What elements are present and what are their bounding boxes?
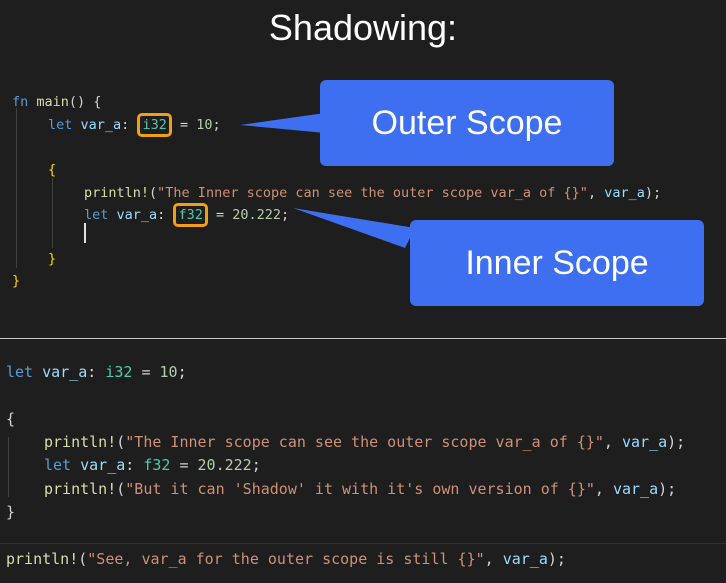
inner-callout-pointer bbox=[293, 208, 415, 248]
type-highlight-i32: i32 bbox=[137, 113, 172, 137]
text-cursor bbox=[84, 223, 86, 243]
code-line: } bbox=[12, 273, 21, 289]
top-code-editor[interactable]: fn main() { let var_a: i32 = 10; { print… bbox=[12, 91, 661, 289]
code-line: let var_a: f32 = 20.222; bbox=[44, 456, 261, 474]
code-line: { bbox=[6, 410, 16, 428]
code-line: } bbox=[6, 503, 16, 521]
divider bbox=[0, 543, 726, 544]
code-line: { bbox=[48, 162, 57, 178]
slide-title: Shadowing: bbox=[268, 7, 458, 48]
top-code-panel: fn main() { let var_a: i32 = 10; { print… bbox=[0, 78, 726, 336]
code-line: let var_a: i32 = 10; bbox=[48, 113, 221, 137]
indent-guide bbox=[52, 178, 53, 248]
code-line: println!("See, var_a for the outer scope… bbox=[6, 550, 566, 568]
code-line: let var_a: f32 = 20.222; bbox=[84, 203, 289, 227]
code-line: fn main() { bbox=[12, 94, 102, 110]
code-line: println!("But it can 'Shadow' it with it… bbox=[44, 480, 677, 498]
bottom-code-panel: let var_a: i32 = 10; { println!("The Inn… bbox=[0, 338, 726, 583]
outer-callout-pointer bbox=[240, 113, 325, 133]
type-highlight-f32: f32 bbox=[173, 203, 208, 227]
code-line: } bbox=[48, 251, 57, 267]
code-line: let var_a: i32 = 10; bbox=[6, 363, 187, 381]
bottom-code-editor[interactable]: let var_a: i32 = 10; { println!("The Inn… bbox=[6, 361, 685, 568]
code-line: println!("The Inner scope can see the ou… bbox=[44, 433, 686, 451]
inner-scope-callout: Inner Scope bbox=[410, 220, 704, 306]
outer-scope-callout: Outer Scope bbox=[320, 80, 614, 166]
